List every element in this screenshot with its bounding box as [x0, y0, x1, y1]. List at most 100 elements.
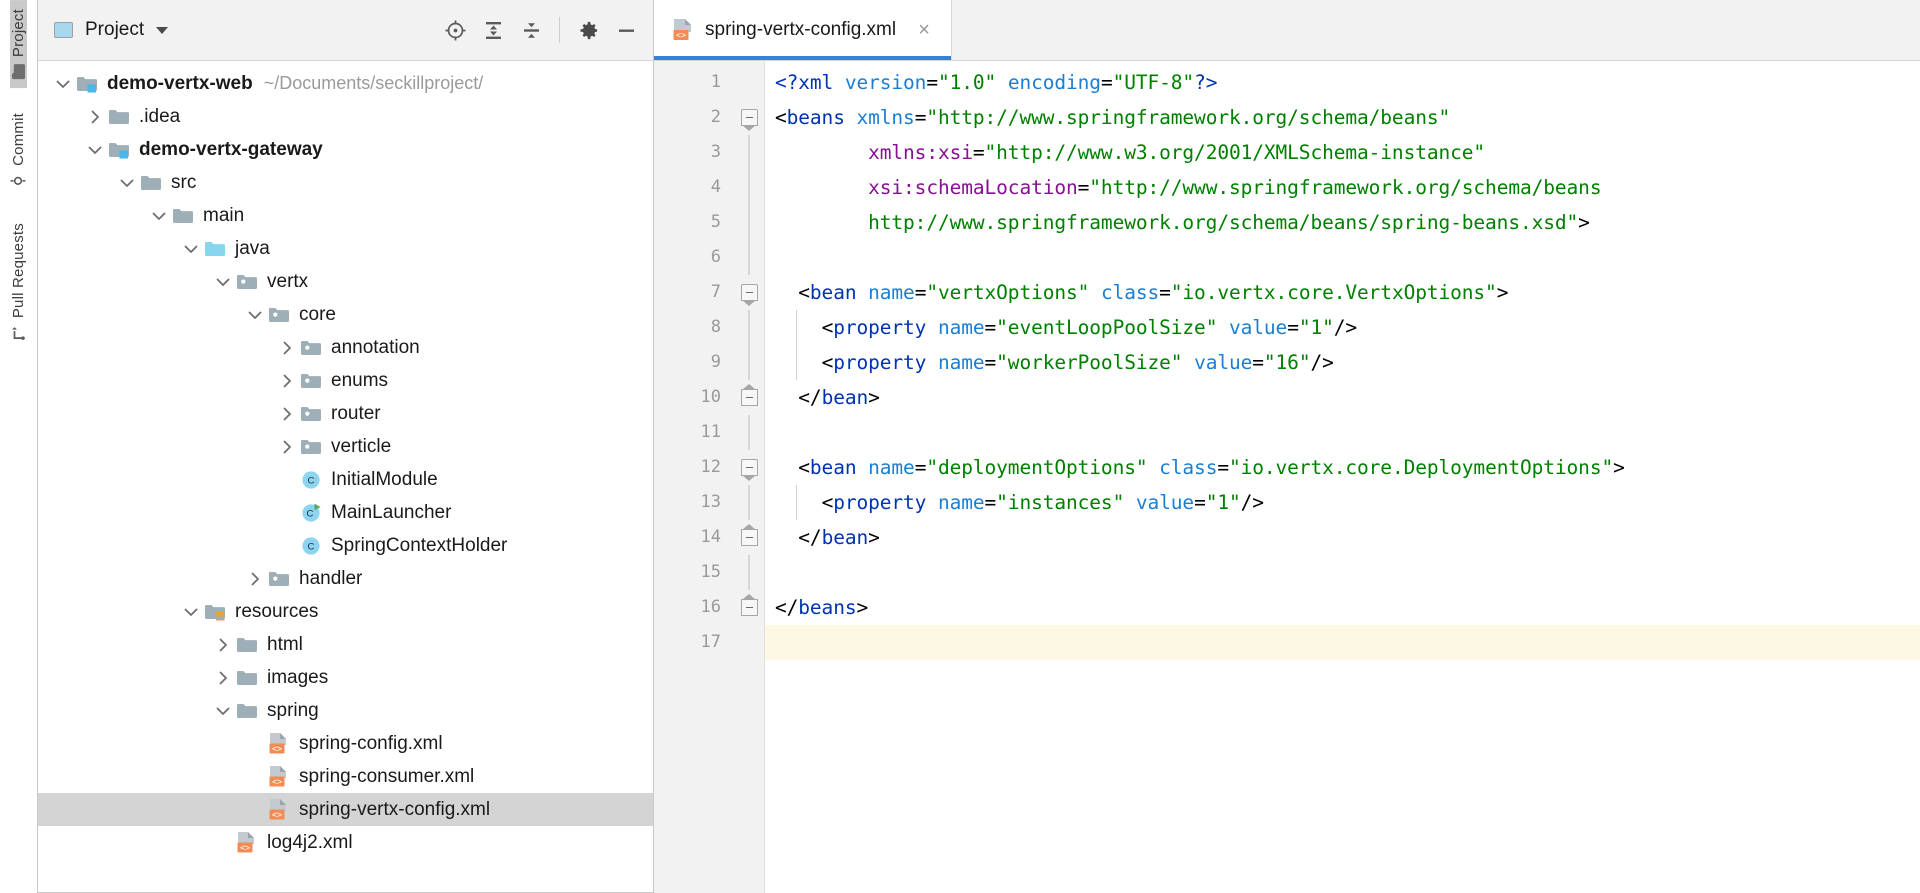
tree-node-spring-vertx-config-xml[interactable]: <>spring-vertx-config.xml: [38, 793, 653, 826]
tree-node-router[interactable]: router: [38, 397, 653, 430]
tree-node-label: log4j2.xml: [267, 833, 353, 852]
chevron-down-icon[interactable]: [212, 271, 234, 293]
code-text-area[interactable]: <?xml version="1.0" encoding="UTF-8"?><b…: [765, 61, 1920, 893]
tree-node-html[interactable]: html: [38, 628, 653, 661]
fold-end-icon[interactable]: [734, 590, 764, 625]
chevron-right-icon[interactable]: [276, 337, 298, 359]
fold-collapse-icon[interactable]: [734, 450, 764, 485]
tool-window-button-commit[interactable]: Commit: [10, 104, 27, 198]
editor-tab-spring-vertx-config[interactable]: <> spring-vertx-config.xml ×: [654, 0, 952, 60]
code-line[interactable]: <beans xmlns="http://www.springframework…: [765, 100, 1920, 135]
code-token-plain: [775, 386, 798, 409]
code-line[interactable]: <bean name="vertxOptions" class="io.vert…: [765, 275, 1920, 310]
chevron-right-icon[interactable]: [212, 667, 234, 689]
tree-node-demo-vertx-gateway[interactable]: demo-vertx-gateway: [38, 133, 653, 166]
tree-node-spring-config-xml[interactable]: <>spring-config.xml: [38, 727, 653, 760]
chevron-right-icon[interactable]: [276, 436, 298, 458]
fold-collapse-icon[interactable]: [734, 100, 764, 135]
code-token-plain: [775, 526, 798, 549]
svg-text:<>: <>: [272, 776, 282, 786]
expand-all-icon[interactable]: [476, 13, 510, 47]
tree-node-annotation[interactable]: annotation: [38, 331, 653, 364]
code-line[interactable]: <property name="eventLoopPoolSize" value…: [765, 310, 1920, 345]
tree-node-springcontextholder[interactable]: CSpringContextHolder: [38, 529, 653, 562]
tree-node-log4j2-xml[interactable]: <>log4j2.xml: [38, 826, 653, 859]
tree-node-resources[interactable]: resources: [38, 595, 653, 628]
tree-node-mainlauncher[interactable]: CMainLauncher: [38, 496, 653, 529]
project-tree[interactable]: demo-vertx-web~/Documents/seckillproject…: [38, 61, 653, 893]
code-token-val: "http://www.w3.org/2001/XMLSchema-instan…: [985, 141, 1486, 164]
code-line[interactable]: <bean name="deploymentOptions" class="io…: [765, 450, 1920, 485]
tree-node-vertx[interactable]: vertx: [38, 265, 653, 298]
code-line[interactable]: http://www.springframework.org/schema/be…: [765, 205, 1920, 240]
tree-node-label: spring-vertx-config.xml: [299, 800, 490, 819]
code-line[interactable]: xmlns:xsi="http://www.w3.org/2001/XMLSch…: [765, 135, 1920, 170]
module-folder-icon: [108, 139, 130, 161]
chevron-down-icon[interactable]: [52, 73, 74, 95]
code-token-tag: property: [833, 351, 926, 374]
tree-node-images[interactable]: images: [38, 661, 653, 694]
code-line[interactable]: </beans>: [765, 590, 1920, 625]
package-icon: [300, 370, 322, 392]
line-number-gutter: 1234567891011121314151617: [654, 61, 734, 893]
chevron-down-icon[interactable]: [116, 172, 138, 194]
tree-node-core[interactable]: core: [38, 298, 653, 331]
chevron-down-icon[interactable]: [156, 27, 168, 34]
tree-node-verticle[interactable]: verticle: [38, 430, 653, 463]
collapse-all-icon[interactable]: [514, 13, 548, 47]
tree-node-spring[interactable]: spring: [38, 694, 653, 727]
tree-node-demo-vertx-web[interactable]: demo-vertx-web~/Documents/seckillproject…: [38, 67, 653, 100]
tree-node--idea[interactable]: .idea: [38, 100, 653, 133]
code-line[interactable]: [765, 625, 1920, 660]
code-line[interactable]: <?xml version="1.0" encoding="UTF-8"?>: [765, 65, 1920, 100]
pull-request-icon: [11, 325, 27, 341]
tree-node-src[interactable]: src: [38, 166, 653, 199]
chevron-right-icon[interactable]: [276, 403, 298, 425]
chevron-right-icon[interactable]: [244, 568, 266, 590]
code-line[interactable]: [765, 240, 1920, 275]
fold-end-icon[interactable]: [734, 380, 764, 415]
chevron-right-icon[interactable]: [84, 106, 106, 128]
project-view-selector[interactable]: Project: [54, 19, 168, 41]
code-line[interactable]: [765, 415, 1920, 450]
tool-window-button-pull-requests[interactable]: Pull Requests: [10, 214, 27, 350]
code-token-punct: >: [868, 526, 880, 549]
select-opened-file-icon[interactable]: [438, 13, 472, 47]
gear-icon[interactable]: [571, 13, 605, 47]
fold-collapse-icon[interactable]: [734, 275, 764, 310]
tree-node-java[interactable]: java: [38, 232, 653, 265]
chevron-down-icon[interactable]: [180, 238, 202, 260]
code-line[interactable]: xsi:schemaLocation="http://www.springfra…: [765, 170, 1920, 205]
chevron-down-icon[interactable]: [148, 205, 170, 227]
source-root-icon: [204, 238, 226, 260]
tree-node-spring-consumer-xml[interactable]: <>spring-consumer.xml: [38, 760, 653, 793]
tree-node-handler[interactable]: handler: [38, 562, 653, 595]
chevron-down-icon[interactable]: [212, 700, 234, 722]
svg-text:C: C: [307, 508, 314, 519]
code-token-ns: xmlns:xsi: [868, 141, 973, 164]
fold-end-icon[interactable]: [734, 520, 764, 555]
tree-node-initialmodule[interactable]: CInitialModule: [38, 463, 653, 496]
code-line[interactable]: </bean>: [765, 520, 1920, 555]
code-line[interactable]: <property name="instances" value="1"/>: [765, 485, 1920, 520]
chevron-right-icon[interactable]: [276, 370, 298, 392]
editor-body: 1234567891011121314151617 <?xml version=…: [654, 61, 1920, 893]
code-line[interactable]: <property name="workerPoolSize" value="1…: [765, 345, 1920, 380]
tool-window-button-project[interactable]: Project: [10, 0, 27, 88]
fold-region-line: [734, 345, 764, 380]
code-folding-gutter[interactable]: [734, 61, 765, 893]
code-token-plain: [775, 141, 868, 164]
chevron-right-icon[interactable]: [212, 634, 234, 656]
code-token-punct: <: [798, 281, 810, 304]
hide-icon[interactable]: [609, 13, 643, 47]
chevron-down-icon[interactable]: [84, 139, 106, 161]
code-line[interactable]: </bean>: [765, 380, 1920, 415]
code-line[interactable]: [765, 555, 1920, 590]
tree-node-enums[interactable]: enums: [38, 364, 653, 397]
chevron-down-icon[interactable]: [244, 304, 266, 326]
chevron-down-icon[interactable]: [180, 601, 202, 623]
code-token-tag: beans: [787, 106, 845, 129]
tree-node-main[interactable]: main: [38, 199, 653, 232]
close-icon[interactable]: ×: [913, 19, 935, 41]
code-token-tag: bean: [810, 281, 857, 304]
